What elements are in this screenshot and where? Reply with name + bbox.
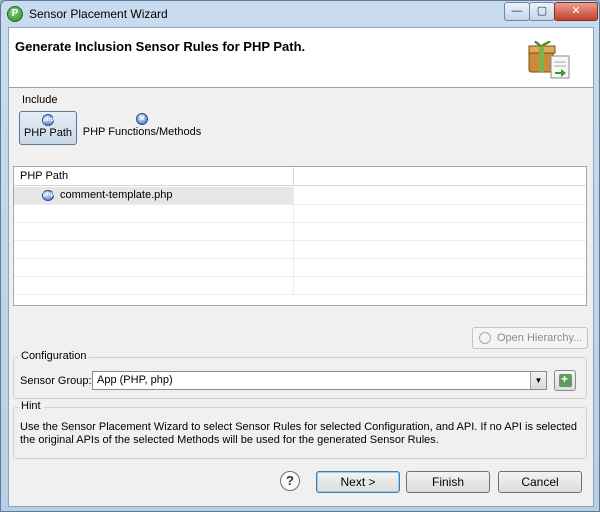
include-php-methods-label: PHP Functions/Methods bbox=[82, 126, 202, 138]
wizard-header: Generate Inclusion Sensor Rules for PHP … bbox=[9, 28, 593, 88]
table-row-empty bbox=[14, 205, 586, 223]
sensor-group-select[interactable]: App (PHP, php) ▼ bbox=[92, 371, 547, 390]
open-hierarchy-label: Open Hierarchy... bbox=[497, 332, 583, 344]
php-icon: php bbox=[42, 114, 54, 126]
php-file-icon: php bbox=[42, 190, 54, 201]
hint-label: Hint bbox=[18, 400, 44, 412]
table-cell-empty bbox=[14, 241, 294, 258]
chevron-down-icon[interactable]: ▼ bbox=[530, 372, 546, 389]
table-row-empty bbox=[14, 277, 586, 295]
open-hierarchy-button[interactable]: Open Hierarchy... bbox=[472, 327, 588, 349]
configuration-label: Configuration bbox=[18, 350, 90, 362]
php-path-table[interactable]: PHP Path php comment-template.php bbox=[13, 166, 587, 306]
php-methods-icon: M bbox=[136, 113, 148, 125]
finish-button[interactable]: Finish bbox=[406, 471, 490, 493]
minimize-button[interactable]: — bbox=[504, 2, 530, 21]
window-title: Sensor Placement Wizard bbox=[29, 7, 168, 21]
table-row-empty bbox=[14, 223, 586, 241]
table-cell-empty bbox=[14, 205, 294, 222]
table-cell-empty bbox=[14, 223, 294, 240]
table-row-empty bbox=[14, 259, 586, 277]
sensor-group-label: Sensor Group: bbox=[20, 375, 92, 387]
page-title: Generate Inclusion Sensor Rules for PHP … bbox=[15, 39, 306, 54]
title-bar[interactable]: P Sensor Placement Wizard — ▢ ✕ bbox=[1, 1, 599, 27]
add-sensor-group-button[interactable] bbox=[554, 370, 576, 391]
table-cell-path: php comment-template.php bbox=[14, 187, 294, 204]
wizard-banner-icon bbox=[528, 40, 570, 79]
app-icon: P bbox=[7, 6, 23, 22]
table-cell-empty bbox=[14, 259, 294, 276]
table-row[interactable]: php comment-template.php bbox=[14, 187, 586, 205]
include-label: Include bbox=[22, 94, 58, 106]
table-row-empty bbox=[14, 241, 586, 259]
include-php-path-label: PHP Path bbox=[23, 127, 73, 139]
close-button[interactable]: ✕ bbox=[554, 2, 598, 21]
column-header-empty[interactable] bbox=[294, 167, 586, 186]
cancel-button[interactable]: Cancel bbox=[498, 471, 582, 493]
include-php-methods-toggle[interactable]: M PHP Functions/Methods bbox=[80, 111, 204, 145]
hierarchy-icon bbox=[479, 332, 491, 344]
table-cell-path-text: comment-template.php bbox=[60, 189, 173, 201]
wizard-window: P Sensor Placement Wizard — ▢ ✕ Generate… bbox=[0, 0, 600, 512]
hint-text: Use the Sensor Placement Wizard to selec… bbox=[20, 421, 578, 446]
next-button[interactable]: Next > bbox=[316, 471, 400, 493]
sensor-group-value: App (PHP, php) bbox=[97, 374, 173, 386]
help-icon[interactable]: ? bbox=[280, 471, 300, 491]
table-cell-empty bbox=[14, 277, 294, 294]
add-icon bbox=[559, 372, 572, 387]
column-header-php-path[interactable]: PHP Path bbox=[14, 167, 294, 186]
maximize-button[interactable]: ▢ bbox=[529, 2, 555, 21]
include-php-path-toggle[interactable]: php PHP Path bbox=[19, 111, 77, 145]
